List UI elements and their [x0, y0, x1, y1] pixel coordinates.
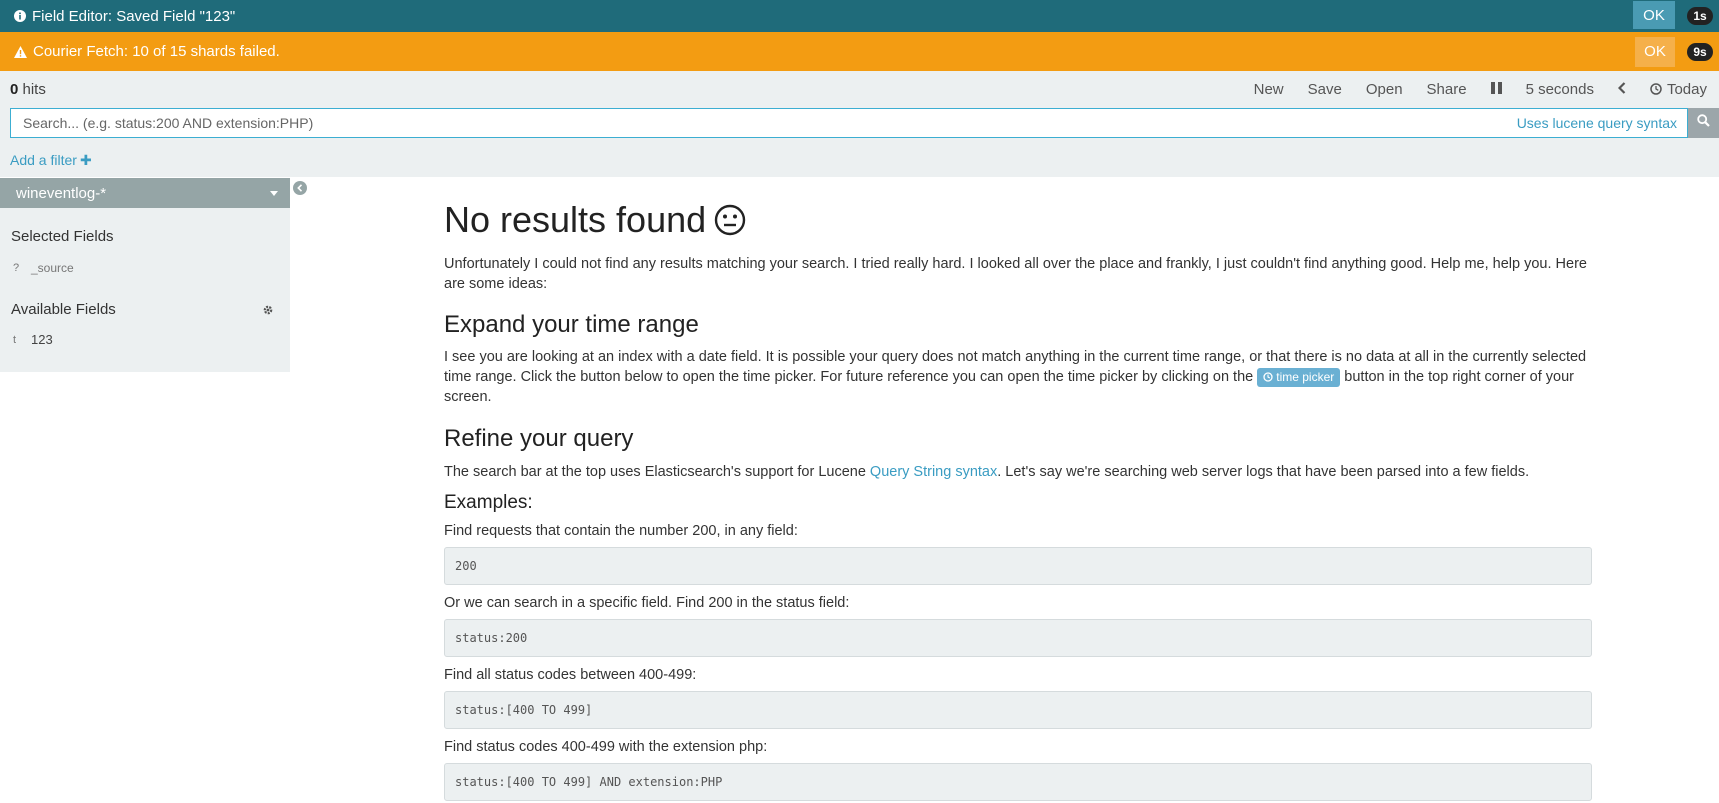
warning-toast-timer: 9s [1687, 42, 1713, 61]
chevron-left-icon [297, 179, 303, 197]
pause-icon [1490, 81, 1502, 98]
available-fields-header: Available Fields [0, 301, 290, 318]
field-sidebar: wineventlog-* Selected Fields ? _source … [0, 178, 290, 372]
example-code: status:200 [444, 619, 1592, 657]
query-string-syntax-link[interactable]: Query String syntax [870, 464, 997, 480]
time-back-button[interactable] [1606, 71, 1638, 107]
warning-toast: Courier Fetch: 10 of 15 shards failed. O… [0, 32, 1719, 71]
search-input[interactable] [11, 109, 1517, 137]
hits-label: hits [18, 80, 46, 98]
time-picker-badge-label: time picker [1276, 370, 1335, 385]
example-code: 200 [444, 547, 1592, 585]
examples-heading: Examples: [444, 492, 533, 513]
example-label: Find all status codes between 400-499: [444, 667, 697, 683]
index-pattern-label: wineventlog-* [16, 184, 107, 202]
collapse-sidebar-button[interactable] [293, 181, 307, 195]
warning-toast-text: Courier Fetch: 10 of 15 shards failed. [33, 43, 280, 60]
refine-query-heading: Refine your query [444, 425, 634, 452]
neutral-face-icon [714, 204, 746, 236]
refine-query-text: The search bar at the top uses Elasticse… [444, 462, 1592, 482]
example-label: Find requests that contain the number 20… [444, 523, 798, 539]
add-filter-link[interactable]: Add a filter [10, 152, 77, 168]
time-range-text: I see you are looking at an index with a… [444, 347, 1592, 407]
clock-icon [1650, 83, 1662, 95]
top-nav: 0 hits New Save Open Share 5 seconds Tod… [0, 71, 1719, 107]
selected-fields-title: Selected Fields [11, 228, 114, 245]
search-button[interactable] [1688, 108, 1719, 138]
no-results-panel: No results found Unfortunately I could n… [444, 195, 1592, 801]
search-icon [1697, 114, 1710, 132]
example-code: status:[400 TO 499] AND extension:PHP [444, 763, 1592, 801]
clock-icon [1263, 372, 1273, 382]
warning-toast-message-area: Courier Fetch: 10 of 15 shards failed. [0, 43, 1635, 60]
info-toast-ok-button[interactable]: OK [1633, 1, 1675, 29]
field-item-source[interactable]: ? _source [0, 261, 290, 275]
example-code: status:[400 TO 499] [444, 691, 1592, 729]
pause-button[interactable] [1479, 71, 1514, 107]
field-name: _source [31, 261, 74, 275]
info-toast-text: Field Editor: Saved Field "123" [32, 7, 236, 25]
new-button[interactable]: New [1242, 71, 1296, 107]
info-toast: Field Editor: Saved Field "123" OK 1s [0, 0, 1719, 32]
intro-text: Unfortunately I could not find any resul… [444, 256, 1587, 292]
warning-triangle-icon [14, 45, 27, 58]
refine-text-end: . Let's say we're searching web server l… [997, 464, 1530, 480]
share-button[interactable]: Share [1415, 71, 1479, 107]
page-title-text: No results found [444, 199, 707, 240]
example-label: Or we can search in a specific field. Fi… [444, 595, 850, 611]
info-circle-icon [14, 10, 26, 22]
page-title: No results found [444, 195, 1592, 245]
save-button[interactable]: Save [1296, 71, 1354, 107]
open-button[interactable]: Open [1354, 71, 1415, 107]
info-toast-timer: 1s [1687, 7, 1713, 25]
caret-down-icon [270, 191, 278, 196]
gear-icon[interactable] [262, 304, 274, 316]
available-fields-title: Available Fields [11, 301, 116, 318]
field-name: 123 [31, 332, 53, 347]
filter-bar: Add a filter ✚ [0, 143, 1719, 177]
time-picker-button[interactable]: Today [1638, 71, 1719, 107]
field-item-123[interactable]: t 123 [0, 332, 290, 347]
field-type-unknown-icon: ? [13, 262, 20, 274]
field-type-string-icon: t [13, 333, 17, 346]
time-range-heading: Expand your time range [444, 311, 699, 338]
search-box: Uses lucene query syntax [10, 108, 1688, 138]
warning-toast-ok-button[interactable]: OK [1635, 36, 1675, 67]
hits-count: 0 hits [0, 81, 1242, 98]
refresh-interval[interactable]: 5 seconds [1514, 71, 1606, 107]
example-label: Find status codes 400-499 with the exten… [444, 739, 768, 755]
plus-icon[interactable]: ✚ [80, 152, 92, 169]
chevron-left-icon [1617, 81, 1626, 98]
refine-text-start: The search bar at the top uses Elasticse… [444, 464, 870, 480]
search-bar: Uses lucene query syntax [0, 107, 1719, 143]
time-picker-badge[interactable]: time picker [1257, 367, 1341, 387]
lucene-syntax-link[interactable]: Uses lucene query syntax [1517, 115, 1687, 131]
time-range-label: Today [1666, 80, 1707, 98]
nav-menu: New Save Open Share 5 seconds Today [1242, 71, 1719, 107]
index-pattern-selector[interactable]: wineventlog-* [0, 178, 290, 208]
info-toast-message-area: Field Editor: Saved Field "123" [0, 8, 1633, 25]
